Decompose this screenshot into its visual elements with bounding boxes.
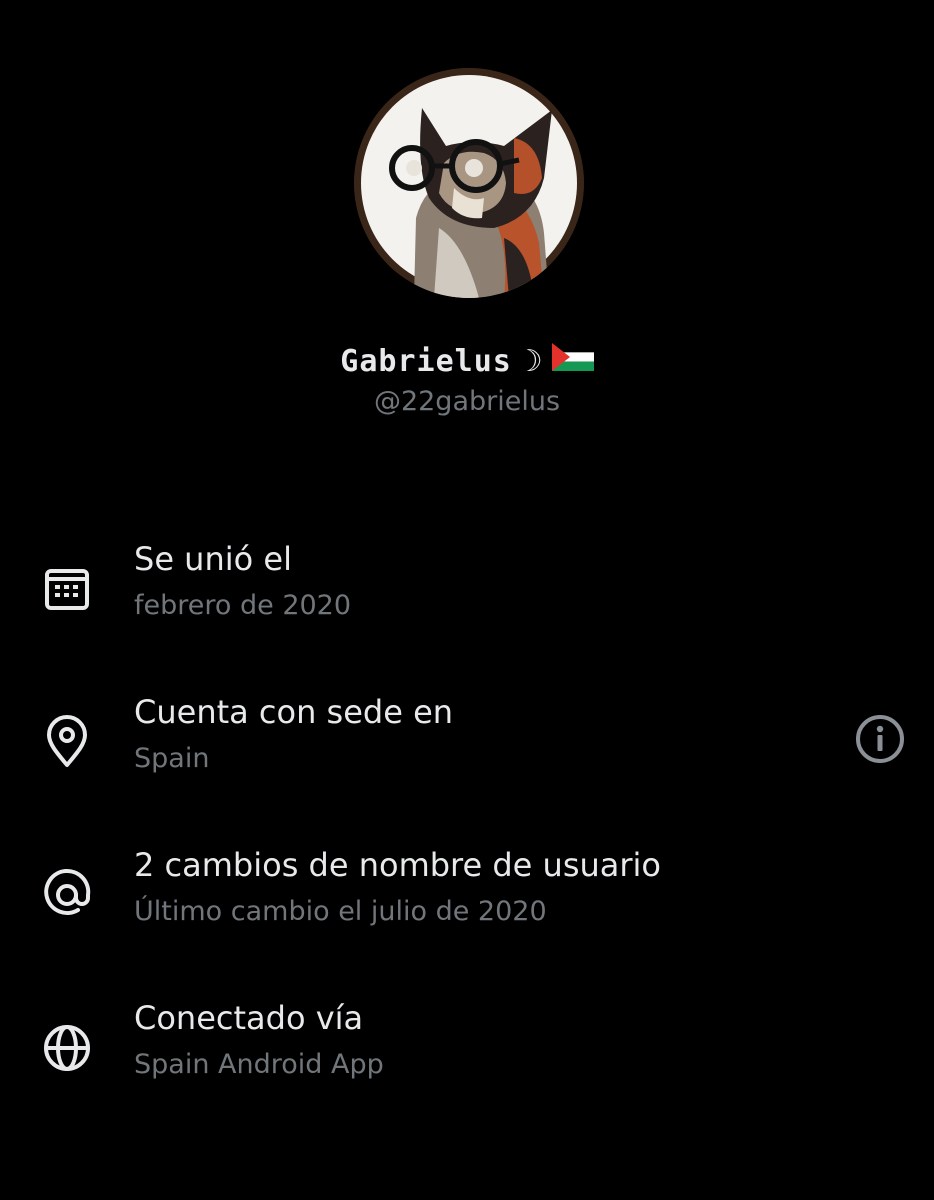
username-handle: @22gabrielus: [373, 386, 561, 417]
crescent-moon-emoji: ☽: [515, 343, 544, 379]
detail-title: 2 cambios de nombre de usuario: [134, 846, 661, 884]
calendar-icon: [40, 562, 94, 616]
detail-subtitle: febrero de 2020: [134, 590, 352, 621]
detail-title: Conectado vía: [134, 999, 364, 1037]
cat-with-glasses-avatar: [354, 68, 584, 298]
globe-icon: [40, 1021, 94, 1075]
detail-row-connected-via: Conectado vía Spain Android App: [0, 999, 934, 1099]
detail-title: Se unió el: [134, 540, 292, 578]
location-pin-icon: [40, 715, 94, 769]
display-name: Gabrielus ☽: [0, 343, 934, 379]
palestine-flag-icon: [551, 343, 594, 379]
detail-subtitle: Último cambio el julio de 2020: [134, 896, 547, 927]
detail-row-joined: Se unió el febrero de 2020: [0, 540, 934, 640]
detail-subtitle: Spain Android App: [134, 1049, 384, 1080]
avatar[interactable]: [354, 68, 584, 298]
detail-row-location: Cuenta con sede en Spain: [0, 693, 934, 793]
detail-row-username-changes: 2 cambios de nombre de usuario Último ca…: [0, 846, 934, 946]
at-sign-icon: [40, 868, 94, 922]
detail-subtitle: Spain: [134, 743, 210, 774]
display-name-text: Gabrielus: [340, 343, 512, 379]
info-icon[interactable]: [853, 712, 907, 766]
detail-title: Cuenta con sede en: [134, 693, 454, 731]
